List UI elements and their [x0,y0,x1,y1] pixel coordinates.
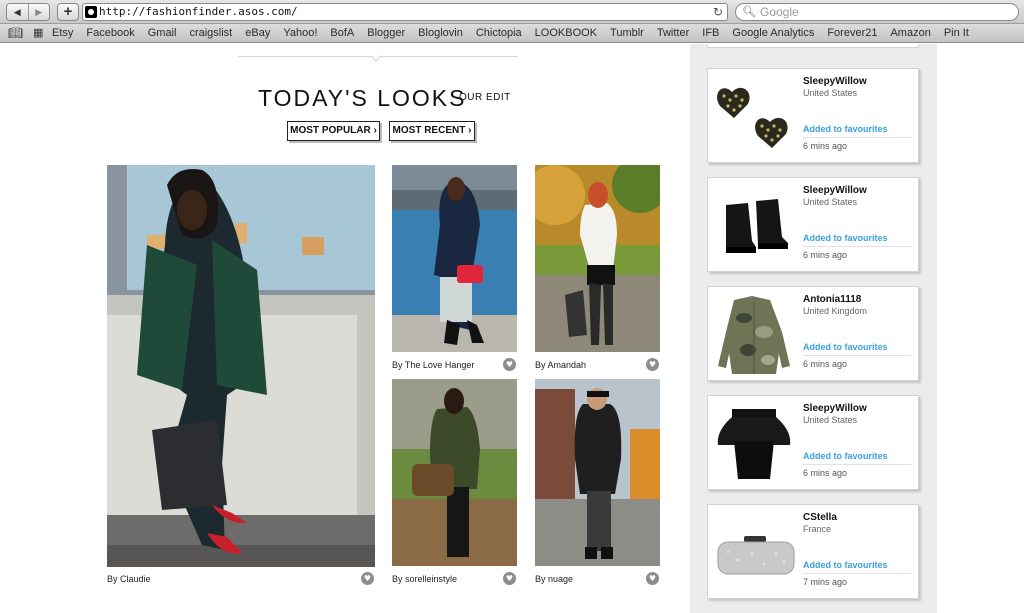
bookmark-link[interactable]: Tumblr [610,27,644,39]
open-book-icon[interactable]: 📖︎ [8,26,23,40]
bookmark-link[interactable]: Bloglovin [418,27,463,39]
look-image-2[interactable] [392,165,517,352]
feed-country: United States [803,88,858,98]
feed-country: United Kingdom [803,306,868,316]
most-popular-button[interactable]: MOST POPULAR › [287,121,380,141]
bookmark-link[interactable]: Facebook [86,27,134,39]
bookmark-link[interactable]: IFB [702,27,719,39]
nav-buttons: ◀ ▶ [6,3,50,21]
feed-country: United States [803,197,858,207]
look-image-1[interactable] [107,165,375,567]
search-field[interactable]: 🔍︎ Google [735,3,1019,21]
bookmark-link[interactable]: Blogger [367,27,405,39]
feed-username[interactable]: SleepyWillow [803,403,867,414]
look-photo [535,165,660,352]
feed-time: 6 mins ago [803,141,848,151]
feed-username[interactable]: Antonia1118 [803,294,861,305]
url-text: http://fashionfinder.asos.com/ [99,5,298,18]
bookmark-link[interactable]: Chictopia [476,27,522,39]
add-bookmark-button[interactable]: + [57,3,79,21]
look-caption-5[interactable]: By nuage [535,574,573,584]
feed-time: 6 mins ago [803,359,848,369]
feed-time: 6 mins ago [803,468,848,478]
most-recent-button[interactable]: MOST RECENT › [389,121,475,141]
forward-arrow-icon[interactable]: ▶ [27,4,50,20]
feed-card[interactable]: SleepyWillow United States Added to favo… [707,68,919,163]
favourite-heart-icon[interactable]: ♥ [646,358,659,371]
back-arrow-icon[interactable]: ◀ [7,4,28,20]
divider-notch [370,50,382,62]
look-caption-3[interactable]: By Amandah [535,360,586,370]
feed-time: 6 mins ago [803,250,848,260]
page-title: TODAY'S LOOKS [258,85,467,111]
look-caption-4[interactable]: By sorelleinstyle [392,574,457,584]
camo-shirt-thumbnail [712,292,796,376]
look-image-4[interactable] [392,379,517,566]
feed-username[interactable]: SleepyWillow [803,76,867,87]
feed-action: Added to favourites [803,233,911,247]
feed-action: Added to favourites [803,342,911,356]
look-photo [392,379,517,566]
bookmark-link[interactable]: Forever21 [827,27,877,39]
feed-country: France [803,524,832,534]
look-photo [535,379,660,566]
bookmark-link[interactable]: BofA [330,27,354,39]
look-photo [392,165,517,352]
feed-card[interactable]: SleepyWillow United States Added to favo… [707,395,919,490]
bookmark-link[interactable]: eBay [245,27,270,39]
bookmark-link[interactable]: Google Analytics [732,27,814,39]
feed-card[interactable]: CStella France Added to favourites 7 min… [707,504,919,599]
browser-toolbar: ◀ ▶ + http://fashionfinder.asos.com/ ↻ 🔍… [0,0,1024,24]
feed-country: United States [803,415,858,425]
heart-earrings-thumbnail [712,74,796,158]
boots-thumbnail [712,183,796,267]
reload-icon[interactable]: ↻ [713,4,723,20]
bookmark-link[interactable]: Etsy [52,27,73,39]
favourite-heart-icon[interactable]: ♥ [646,572,659,585]
activity-feed: SleepyWillow United States Added to favo… [690,44,937,613]
feed-action: Added to favourites [803,560,911,574]
silver-clutch-thumbnail [712,510,796,594]
our-edit-link[interactable]: OUR EDIT [459,92,511,103]
search-icon: 🔍︎ [742,5,756,18]
feed-card-partial [707,44,919,48]
bookmark-link[interactable]: Yahoo! [283,27,317,39]
bookmarks-bar: 📖︎ ▦ Etsy Facebook Gmail craigslist eBay Yaho… [0,24,1024,43]
look-caption-1[interactable]: By Claudie [107,574,151,584]
address-bar[interactable]: http://fashionfinder.asos.com/ ↻ [82,3,728,21]
bookmark-link[interactable]: Twitter [657,27,689,39]
site-favicon-icon [85,6,97,18]
feed-action: Added to favourites [803,124,911,138]
feed-action: Added to favourites [803,451,911,465]
search-placeholder: Google [760,5,799,19]
bookmark-link[interactable]: LOOKBOOK [535,27,597,39]
bookmark-link[interactable]: Pin It [944,27,969,39]
feed-username[interactable]: SleepyWillow [803,185,867,196]
feed-card[interactable]: SleepyWillow United States Added to favo… [707,177,919,272]
bookmark-links: Etsy Facebook Gmail craigslist eBay Yahoo! Bof… [52,27,982,39]
feed-username[interactable]: CStella [803,512,837,523]
page-content: TODAY'S LOOKS OUR EDIT MOST POPULAR › MO… [0,44,1024,613]
favourite-heart-icon[interactable]: ♥ [503,572,516,585]
peplum-skirt-thumbnail [712,401,796,485]
bookmark-link[interactable]: craigslist [189,27,232,39]
grid-icon[interactable]: ▦ [33,26,43,39]
look-image-3[interactable] [535,165,660,352]
look-photo [107,165,375,567]
bookmark-link[interactable]: Gmail [148,27,177,39]
bookmark-link[interactable]: Amazon [890,27,930,39]
feed-card[interactable]: Antonia1118 United Kingdom Added to favo… [707,286,919,381]
favourite-heart-icon[interactable]: ♥ [503,358,516,371]
favourite-heart-icon[interactable]: ♥ [361,572,374,585]
look-image-5[interactable] [535,379,660,566]
feed-time: 7 mins ago [803,577,848,587]
look-caption-2[interactable]: By The Love Hanger [392,360,474,370]
